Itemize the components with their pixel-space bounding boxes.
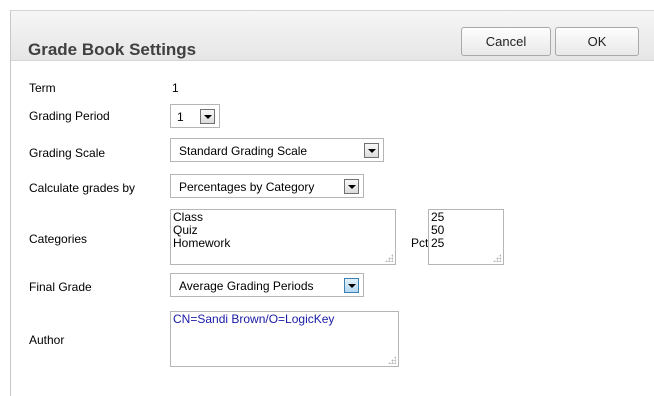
grading-period-select[interactable]: 1 [170, 104, 220, 128]
categories-textarea[interactable]: Class Quiz Homework [170, 209, 396, 265]
term-label: Term [29, 81, 56, 95]
author-label: Author [29, 333, 65, 347]
grading-scale-label: Grading Scale [29, 146, 106, 160]
calculate-grades-label: Calculate grades by [29, 181, 136, 195]
panel-header: Grade Book Settings Cancel OK [11, 11, 654, 61]
cancel-button[interactable]: Cancel [461, 27, 551, 56]
percentages-textarea[interactable]: 25 50 25 [428, 209, 504, 265]
ok-button[interactable]: OK [555, 27, 639, 56]
calculate-grades-value: Percentages by Category [179, 180, 315, 194]
grading-scale-select[interactable]: Standard Grading Scale [170, 138, 384, 162]
pct-item: 25 [431, 236, 445, 250]
chevron-down-icon[interactable] [364, 143, 379, 158]
final-grade-value: Average Grading Periods [179, 279, 314, 293]
author-textarea[interactable]: CN=Sandi Brown/O=LogicKey [170, 311, 399, 367]
final-grade-select[interactable]: Average Grading Periods [170, 273, 364, 297]
term-value: 1 [172, 81, 179, 95]
categories-label: Categories [29, 232, 88, 246]
category-item: Homework [173, 236, 231, 250]
chevron-down-icon[interactable] [200, 109, 215, 124]
pct-label: Pct [411, 236, 429, 250]
chevron-down-icon[interactable] [344, 179, 359, 194]
category-item: Class [173, 210, 204, 224]
calculate-grades-select[interactable]: Percentages by Category [170, 174, 364, 198]
resize-grip-icon[interactable] [385, 254, 393, 262]
resize-grip-icon[interactable] [493, 254, 501, 262]
author-value: CN=Sandi Brown/O=LogicKey [173, 312, 335, 326]
page-title: Grade Book Settings [28, 40, 197, 59]
grading-period-label: Grading Period [29, 109, 110, 123]
final-grade-label: Final Grade [29, 280, 92, 294]
grading-scale-value: Standard Grading Scale [179, 144, 308, 158]
resize-grip-icon[interactable] [388, 356, 396, 364]
chevron-down-icon[interactable] [344, 278, 359, 293]
grading-period-value: 1 [177, 110, 184, 124]
